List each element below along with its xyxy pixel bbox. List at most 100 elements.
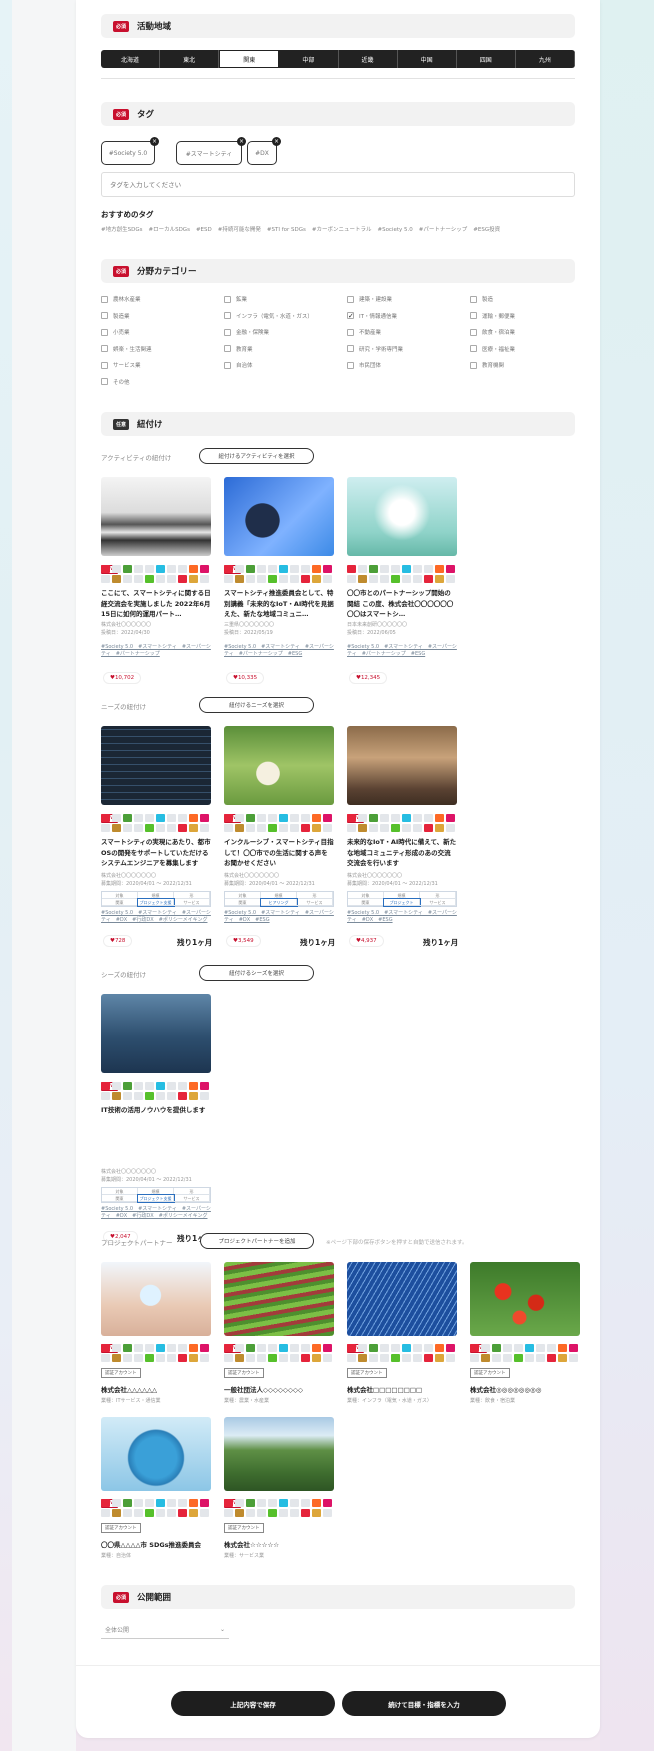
checkbox-icon[interactable] <box>224 295 231 303</box>
checkbox-icon[interactable] <box>101 328 108 336</box>
region-tab[interactable]: 近畿 <box>339 50 398 68</box>
category-checkbox[interactable]: インフラ（電気・水道・ガス） <box>224 312 313 320</box>
checkbox-icon[interactable] <box>224 345 231 352</box>
checkbox-icon[interactable] <box>101 378 108 385</box>
region-tab[interactable]: 中部 <box>279 50 339 68</box>
checkbox-icon[interactable] <box>224 328 231 336</box>
recommended-tag[interactable]: #パートナーシップ <box>419 227 468 233</box>
category-checkbox[interactable]: 運輸・郵便業 <box>470 312 515 320</box>
tag-list[interactable]: #Society 5.0 #スマートシティ #スーパーシティ #パートナーシップ <box>101 644 213 658</box>
needs-title[interactable]: 未来的なIoT・AI時代に備えて、新たな地域コミュニティ形成のあの交流交流会を行… <box>347 837 457 869</box>
activity-image[interactable] <box>224 477 334 556</box>
partner-image[interactable] <box>101 1417 211 1491</box>
select-seeds-button[interactable]: 紐付けるシーズを選択 <box>199 965 314 981</box>
checkbox-icon[interactable] <box>347 345 354 352</box>
category-checkbox[interactable]: 金融・保険業 <box>224 328 269 336</box>
region-tab[interactable]: 中国 <box>398 50 457 68</box>
checkbox-icon[interactable] <box>224 312 231 319</box>
tag-input[interactable] <box>101 172 575 197</box>
category-checkbox[interactable]: 鉱業 <box>224 295 247 303</box>
tag-chip[interactable]: #DX × <box>247 137 281 165</box>
region-tab[interactable]: 東北 <box>160 50 220 68</box>
activity-title[interactable]: スマートシティ推進委員会として、特別講義「未来的なIoT・AI時代を見据えた、新… <box>224 588 334 620</box>
remove-tag-icon[interactable]: × <box>272 137 281 146</box>
category-checkbox[interactable]: サービス業 <box>101 361 141 369</box>
checkbox-icon[interactable] <box>101 345 108 352</box>
partner-image[interactable] <box>347 1262 457 1336</box>
checkbox-icon[interactable] <box>470 345 477 352</box>
category-checkbox[interactable]: 飲食・宿泊業 <box>470 328 515 336</box>
next-goals-button[interactable]: 続けて目標・指標を入力 <box>342 1691 506 1716</box>
partner-image[interactable] <box>224 1417 334 1491</box>
recommended-tag[interactable]: #Society 5.0 <box>377 227 412 233</box>
seeds-image[interactable] <box>101 994 211 1073</box>
category-checkbox[interactable]: 娯楽・生活関連 <box>101 345 152 353</box>
checkbox-icon[interactable] <box>470 328 477 336</box>
checkbox-icon[interactable] <box>470 295 477 303</box>
tag-list[interactable]: #Society 5.0 #スマートシティ #スーパーシティ #DX #ESG <box>224 910 336 924</box>
checkbox-icon[interactable] <box>101 295 108 303</box>
activity-title[interactable]: ここにて、スマートシティに関する日経交流会を実施しました 2022年6月15日に… <box>101 588 211 620</box>
region-tab[interactable]: 四国 <box>457 50 516 68</box>
activity-title[interactable]: 〇〇市とのパートナーシップ開始の関結 この度、株式会社〇〇〇〇〇〇〇〇はスマート… <box>347 588 457 620</box>
category-checkbox[interactable]: 自治体 <box>224 361 253 369</box>
partner-name[interactable]: 株式会社□□□□□□□□ <box>347 1384 422 1394</box>
category-checkbox[interactable]: 製造 <box>470 295 493 303</box>
recommended-tag[interactable]: #持続可能な開発 <box>218 227 261 233</box>
checkbox-icon[interactable] <box>347 328 354 336</box>
region-tab[interactable]: 九州 <box>516 50 575 68</box>
region-tab[interactable]: 北海道 <box>101 50 161 68</box>
select-activity-button[interactable]: 紐付けるアクティビティを選択 <box>199 448 314 464</box>
publish-scope-select[interactable]: 全体公開 ⌄ <box>101 1621 229 1639</box>
category-checkbox[interactable]: 不動産業 <box>347 328 381 336</box>
category-checkbox[interactable]: 教育機関 <box>470 361 504 369</box>
category-checkbox[interactable]: 研究・学術専門業 <box>347 345 403 353</box>
partner-name[interactable]: 株式会社△△△△△△ <box>101 1384 157 1394</box>
checked-checkbox-icon[interactable]: ✓ <box>347 312 354 320</box>
category-checkbox[interactable]: 教育業 <box>224 345 253 353</box>
checkbox-icon[interactable] <box>101 312 108 319</box>
category-checkbox[interactable]: 製造業 <box>101 312 130 320</box>
remove-tag-icon[interactable]: × <box>237 137 246 146</box>
needs-image[interactable] <box>347 726 457 805</box>
recommended-tag[interactable]: #ESD <box>196 227 212 233</box>
select-needs-button[interactable]: 紐付けるニーズを選択 <box>199 697 314 713</box>
category-checkbox[interactable]: 小売業 <box>101 328 130 336</box>
tag-list[interactable]: #Society 5.0 #スマートシティ #スーパーシティ #DX #行政DX… <box>101 1206 213 1220</box>
recommended-tag[interactable]: #ローカルSDGs <box>148 227 189 233</box>
needs-image[interactable] <box>101 726 211 805</box>
activity-image[interactable] <box>101 477 211 556</box>
category-checkbox[interactable]: ✓ IT・情報通信業 <box>347 312 397 320</box>
recommended-tag[interactable]: #ESG投資 <box>473 227 500 233</box>
checkbox-icon[interactable] <box>224 361 231 369</box>
needs-image[interactable] <box>224 726 334 805</box>
seeds-title[interactable]: IT技術の活用ノウハウを提供します <box>101 1105 211 1116</box>
tag-list[interactable]: #Society 5.0 #スマートシティ #スーパーシティ #パートナーシップ… <box>224 644 336 658</box>
checkbox-icon[interactable] <box>347 295 354 303</box>
tag-chip[interactable]: #Society 5.0 × <box>101 137 159 165</box>
checkbox-icon[interactable] <box>470 361 477 369</box>
tag-chip[interactable]: #スマートシティ × <box>176 137 246 165</box>
tag-list[interactable]: #Society 5.0 #スマートシティ #スーパーシティ #パートナーシップ… <box>347 644 459 658</box>
category-checkbox[interactable]: 建築・建設業 <box>347 295 392 303</box>
needs-title[interactable]: スマートシティの実現にあたり、都市OSの開発をサポートしていただけるシステムエン… <box>101 837 211 869</box>
save-button[interactable]: 上記内容で保存 <box>171 1691 335 1716</box>
category-checkbox[interactable]: その他 <box>101 378 130 386</box>
partner-name[interactable]: 一般社団法人◇◇◇◇◇◇◇◇ <box>224 1384 303 1394</box>
activity-image[interactable] <box>347 477 457 556</box>
category-checkbox[interactable]: 農林水産業 <box>101 295 141 303</box>
partner-image[interactable] <box>470 1262 580 1336</box>
category-checkbox[interactable]: 市民団体 <box>347 361 381 369</box>
needs-title[interactable]: インクルーシブ・スマートシティ目指して！〇〇市での生活に関する声をお聞かせくださ… <box>224 837 334 869</box>
add-partner-button[interactable]: プロジェクトパートナーを追加 <box>200 1233 314 1249</box>
recommended-tag[interactable]: #STI for SDGs <box>267 227 306 233</box>
partner-name[interactable]: 〇〇県△△△△市 SDGs推進委員会 <box>101 1539 201 1549</box>
category-checkbox[interactable]: 医療・福祉業 <box>470 345 515 353</box>
checkbox-icon[interactable] <box>101 361 108 369</box>
checkbox-icon[interactable] <box>470 312 477 319</box>
recommended-tag[interactable]: #地方創生SDGs <box>101 227 142 233</box>
partner-name[interactable]: 株式会社☆☆☆☆☆ <box>224 1539 279 1549</box>
checkbox-icon[interactable] <box>347 361 354 369</box>
recommended-tag[interactable]: #カーボンニュートラル <box>312 227 372 233</box>
partner-name[interactable]: 株式会社◎◎◎◎◎◎◎◎ <box>470 1384 541 1394</box>
